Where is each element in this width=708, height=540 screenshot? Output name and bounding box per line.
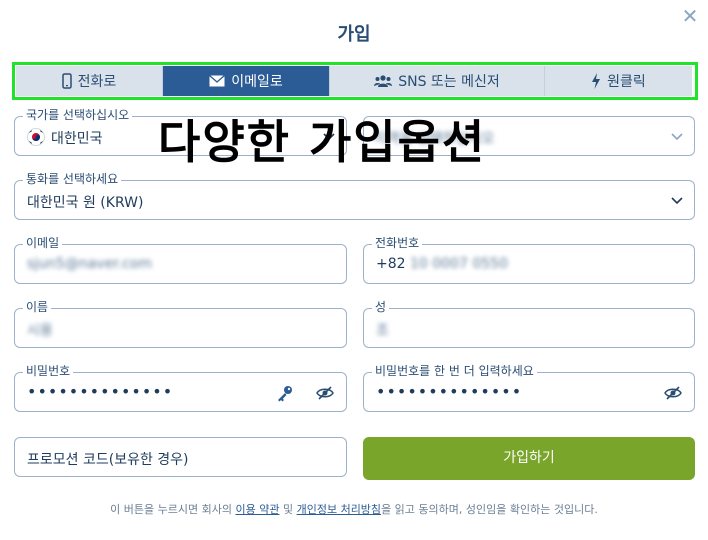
- dialog-title: 가입: [337, 24, 371, 45]
- first-name-field[interactable]: 이름 시용: [14, 300, 347, 348]
- currency-select[interactable]: 통화를 선택하세요 대한민국 원 (KRW): [14, 172, 695, 220]
- phone-value: 10 0007 0550: [410, 256, 508, 272]
- password-confirm-label: 비밀번호를 한 번 더 입력하세요: [372, 364, 537, 378]
- key-icon[interactable]: [276, 384, 294, 402]
- korea-flag-icon: [27, 128, 45, 146]
- country-label: 국가를 선택하십시오: [23, 108, 133, 122]
- password-confirm-field[interactable]: 비밀번호를 한 번 더 입력하세요 ••••••••••••••: [363, 364, 695, 412]
- email-value: sjun5@naver.com: [27, 256, 153, 272]
- close-icon[interactable]: ✕: [680, 6, 700, 26]
- tab-phone-label: 전화로: [77, 74, 117, 90]
- password-label: 비밀번호: [23, 364, 74, 378]
- tab-sns-label: SNS 또는 메신저: [398, 74, 500, 90]
- terms-and: 및: [279, 503, 297, 516]
- phone-icon: [61, 73, 72, 89]
- password-value: ••••••••••••••: [27, 382, 174, 401]
- last-name-label: 성: [372, 300, 390, 314]
- last-name-field[interactable]: 성 조: [363, 300, 695, 348]
- country-value: 대한민국: [51, 131, 103, 147]
- eye-slash-icon[interactable]: [316, 384, 334, 402]
- privacy-policy-link[interactable]: 개인정보 처리방침: [297, 503, 381, 516]
- currency-label: 통화를 선택하세요: [23, 172, 122, 186]
- phone-label: 전화번호: [372, 236, 423, 250]
- register-button[interactable]: 가입하기: [363, 437, 695, 480]
- first-name-label: 이름: [23, 300, 52, 314]
- tab-email[interactable]: 이메일로: [163, 66, 330, 96]
- envelope-icon: [209, 75, 226, 87]
- registration-tabs: 전화로 이메일로 SNS 또는 메신저 원클릭: [12, 62, 698, 100]
- eye-slash-icon[interactable]: [664, 384, 682, 402]
- chevron-down-icon: [671, 197, 683, 205]
- promo-code-input[interactable]: 프로모션 코드(보유한 경우): [14, 437, 347, 477]
- phone-prefix: +82: [376, 256, 406, 272]
- users-icon: [374, 75, 393, 87]
- terms-notice: 이 버튼을 누르시면 회사의 이용 약관 및 개인정보 처리방침을 읽고 동의하…: [0, 501, 708, 517]
- tab-phone[interactable]: 전화로: [16, 66, 163, 96]
- chevron-down-icon: [671, 133, 683, 141]
- tab-one-click[interactable]: 원클릭: [545, 66, 692, 96]
- overlay-caption: 다양한 가입옵션: [158, 115, 487, 169]
- tab-email-label: 이메일로: [231, 74, 283, 90]
- tab-sns[interactable]: SNS 또는 메신저: [330, 66, 545, 96]
- terms-prefix: 이 버튼을 누르시면 회사의: [110, 503, 236, 516]
- lightning-icon: [592, 73, 601, 89]
- last-name-value: 조: [376, 323, 389, 339]
- email-label: 이메일: [23, 236, 63, 250]
- phone-field[interactable]: 전화번호 +82 10 0007 0550: [363, 236, 695, 284]
- first-name-value: 시용: [27, 323, 53, 339]
- tab-one-click-label: 원클릭: [607, 74, 646, 90]
- email-field[interactable]: 이메일 sjun5@naver.com: [14, 236, 347, 284]
- terms-of-use-link[interactable]: 이용 약관: [235, 503, 279, 516]
- terms-suffix: 을 읽고 동의하며, 성인임을 확인하는 것입니다.: [381, 503, 598, 516]
- password-confirm-value: ••••••••••••••: [376, 382, 523, 401]
- currency-value: 대한민국 원 (KRW): [27, 195, 144, 211]
- password-field[interactable]: 비밀번호 ••••••••••••••: [14, 364, 347, 412]
